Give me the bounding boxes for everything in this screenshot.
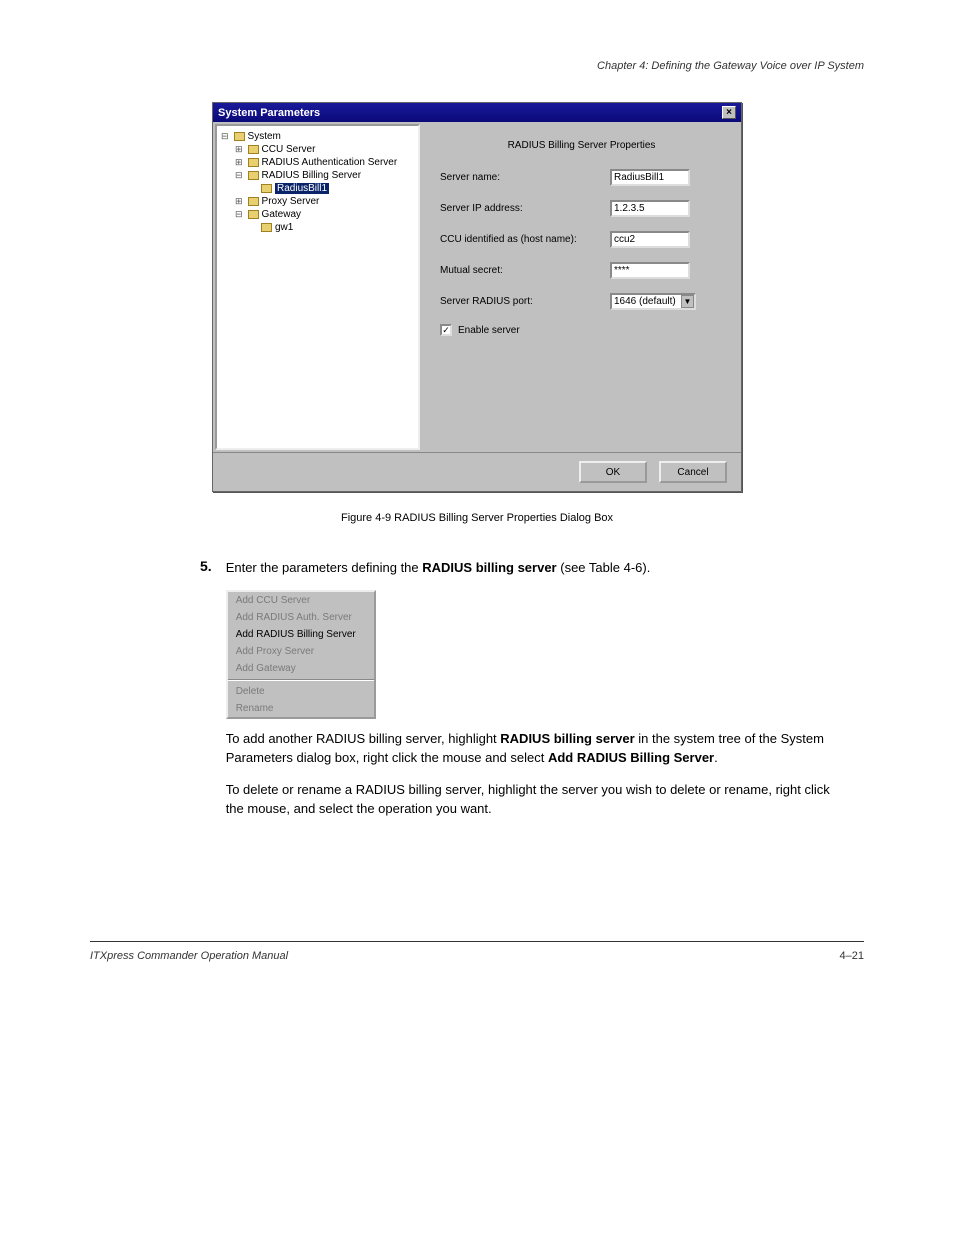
tree-radius-billing[interactable]: RADIUS Billing Server [235,169,414,182]
dialog-titlebar: System Parameters × [213,103,741,122]
chevron-down-icon[interactable]: ▼ [681,295,694,308]
tree-label: RADIUS Authentication Server [262,157,398,168]
step-line-1: Enter the parameters defining the RADIUS… [226,558,840,578]
mutual-secret-label: Mutual secret: [440,265,610,276]
tree-radius-auth[interactable]: RADIUS Authentication Server [235,156,414,169]
folder-icon [248,171,259,180]
tree-label-selected: RadiusBill1 [275,183,329,194]
ccu-host-label: CCU identified as (host name): [440,234,610,245]
tree-label: System [248,131,281,142]
tree-gateway[interactable]: Gateway [235,208,414,221]
figure-caption: Figure 4-9 RADIUS Billing Server Propert… [90,512,864,524]
menu-item-add-billing[interactable]: Add RADIUS Billing Server [228,626,374,643]
page-footer: ITXpress Commander Operation Manual 4–21 [0,950,954,962]
chapter-title: Chapter 4: Defining the Gateway Voice ov… [90,60,864,72]
tree-proxy-server[interactable]: Proxy Server [235,195,414,208]
folder-icon [234,132,245,141]
context-menu-sample: Add CCU Server Add RADIUS Auth. Server A… [226,590,376,719]
ok-button[interactable]: OK [579,461,647,483]
checkbox-icon[interactable]: ✓ [440,324,452,336]
dialog-figure: System Parameters × System CCU Server RA… [212,102,742,492]
tree-ccu-server[interactable]: CCU Server [235,143,414,156]
folder-icon [261,223,272,232]
system-parameters-dialog: System Parameters × System CCU Server RA… [212,102,742,492]
enable-server-checkbox[interactable]: ✓ Enable server [440,324,723,336]
footer-page-number: 4–21 [840,950,864,962]
folder-icon [248,158,259,167]
folder-icon [261,184,272,193]
tree-label: gw1 [275,222,293,233]
menu-item-add-auth: Add RADIUS Auth. Server [228,609,374,626]
server-ip-label: Server IP address: [440,203,610,214]
footer-rule [90,941,864,942]
properties-title: RADIUS Billing Server Properties [440,140,723,151]
radius-port-label: Server RADIUS port: [440,296,610,307]
tree-label: CCU Server [262,144,316,155]
menu-item-add-gateway: Add Gateway [228,660,374,677]
menu-item-rename: Rename [228,700,374,717]
select-value: 1646 (default) [614,296,676,307]
step-number: 5. [200,558,212,831]
footer-left: ITXpress Commander Operation Manual [90,950,288,962]
server-name-label: Server name: [440,172,610,183]
dialog-title: System Parameters [218,107,320,119]
ccu-host-input[interactable]: ccu2 [610,231,690,248]
folder-icon [248,145,259,154]
menu-item-add-ccu: Add CCU Server [228,592,374,609]
close-icon[interactable]: × [722,106,736,119]
properties-panel: RADIUS Billing Server Properties Server … [422,122,741,452]
radius-port-select[interactable]: 1646 (default) ▼ [610,293,696,310]
menu-item-add-proxy: Add Proxy Server [228,643,374,660]
cancel-button[interactable]: Cancel [659,461,727,483]
tree-gw1[interactable]: gw1 [249,221,414,234]
folder-icon [248,210,259,219]
system-tree[interactable]: System CCU Server RADIUS Authentication … [215,124,420,450]
tree-label: Proxy Server [262,196,320,207]
tree-root[interactable]: System [221,130,414,143]
tree-label: RADIUS Billing Server [262,170,361,181]
tree-label: Gateway [262,209,301,220]
enable-server-label: Enable server [458,325,520,336]
server-name-input[interactable]: RadiusBill1 [610,169,690,186]
menu-separator [228,679,374,681]
folder-icon [248,197,259,206]
dialog-footer: OK Cancel [213,452,741,491]
tree-radiusbill1[interactable]: RadiusBill1 [249,182,414,195]
mutual-secret-input[interactable]: **** [610,262,690,279]
step-line-2: To add another RADIUS billing server, hi… [226,729,840,768]
instruction-step: 5. Enter the parameters defining the RAD… [200,558,840,831]
menu-item-delete: Delete [228,683,374,700]
server-ip-input[interactable]: 1.2.3.5 [610,200,690,217]
step-line-3: To delete or rename a RADIUS billing ser… [226,780,840,819]
